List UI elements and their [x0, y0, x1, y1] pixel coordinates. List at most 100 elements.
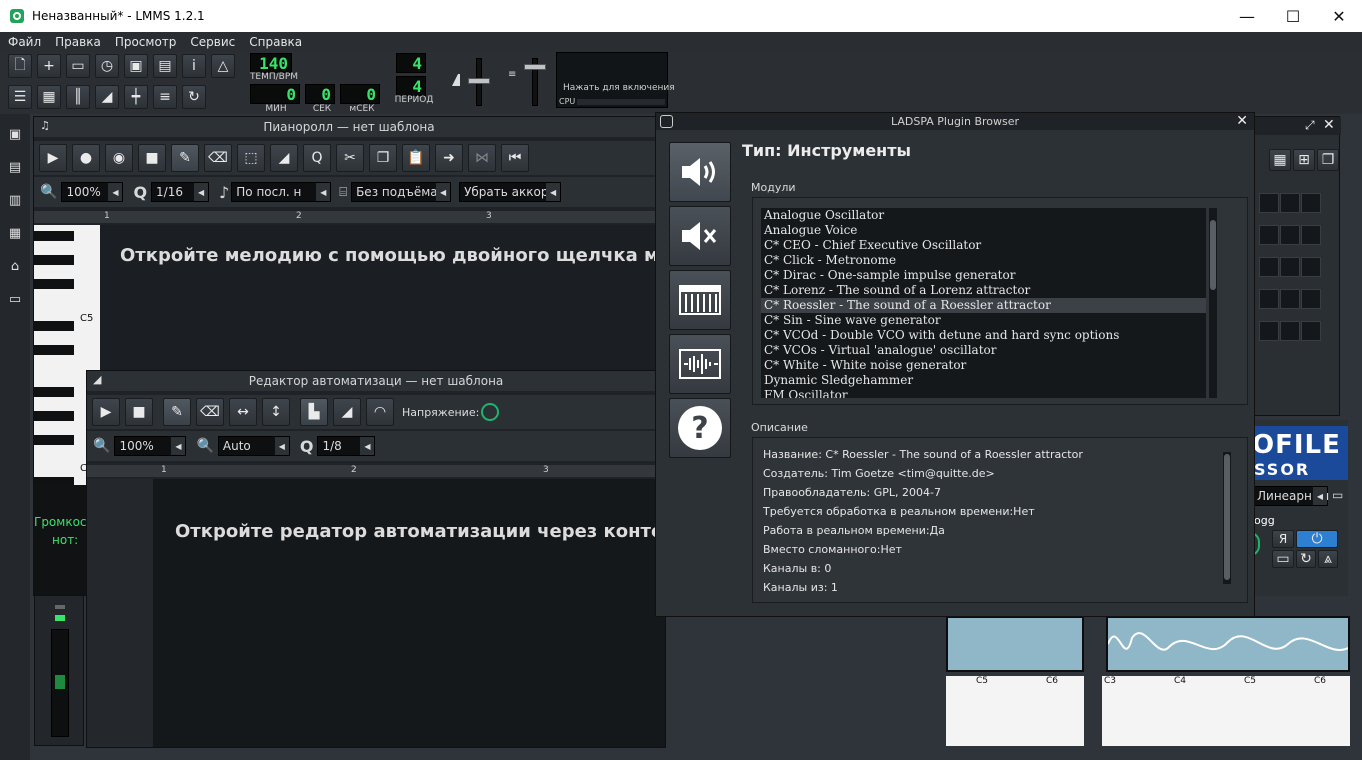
- automation-editor-icon[interactable]: ◢: [95, 85, 119, 109]
- add-sample-track-icon[interactable]: ⊞: [1293, 149, 1315, 171]
- loop-off-button[interactable]: ▭: [1272, 550, 1294, 568]
- automation-timeline[interactable]: 1 2 3: [87, 465, 665, 477]
- mixer-icon[interactable]: ┿: [124, 85, 148, 109]
- module-list-item[interactable]: Analogue Voice: [761, 223, 1206, 238]
- menu-tools[interactable]: Сервис: [190, 35, 235, 49]
- copy-button[interactable]: ❐: [369, 144, 397, 172]
- automation-stop-button[interactable]: ■: [125, 398, 153, 426]
- automation-draw-button[interactable]: ✎: [163, 398, 191, 426]
- open-project-icon[interactable]: ▭: [66, 54, 90, 78]
- beat-editor-close-button[interactable]: ✕: [1323, 117, 1335, 133]
- home-icon[interactable]: ⌂: [7, 258, 23, 274]
- loop-points-button[interactable]: ⋈: [468, 144, 496, 172]
- module-list-item[interactable]: C* CEO - Chief Executive Oscillator: [761, 238, 1206, 253]
- modules-list[interactable]: Analogue Oscillator Analogue Voice C* CEO …: [761, 208, 1206, 398]
- loop-on-button[interactable]: ↻: [1296, 550, 1316, 568]
- module-list-item[interactable]: C* Click - Metronome: [761, 253, 1206, 268]
- zoom-combo[interactable]: 100% ◀: [61, 182, 124, 202]
- clone-pattern-icon[interactable]: ❐: [1317, 149, 1339, 171]
- module-list-item[interactable]: C* Dirac - One-sample impulse generator: [761, 268, 1206, 283]
- module-list-item[interactable]: C* Sin - Sine wave generator: [761, 313, 1206, 328]
- modules-scrollbar[interactable]: [1209, 208, 1217, 398]
- menu-help[interactable]: Справка: [249, 35, 302, 49]
- controller-rack-icon[interactable]: ↻: [182, 85, 206, 109]
- erase-mode-button[interactable]: ⌫: [204, 144, 232, 172]
- close-button[interactable]: ✕: [1316, 0, 1362, 32]
- automation-grid[interactable]: [153, 479, 665, 747]
- ping-pong-button[interactable]: ⩓: [1318, 550, 1338, 568]
- maximize-button[interactable]: ☐: [1270, 0, 1316, 32]
- stop-behaviour-button[interactable]: ⏮: [501, 144, 529, 172]
- my-samples-icon[interactable]: ▥: [7, 192, 23, 208]
- project-notes-icon[interactable]: ≡: [153, 85, 177, 109]
- computer-icon[interactable]: ▭: [7, 291, 23, 307]
- record-while-playing-button[interactable]: ◉: [105, 144, 133, 172]
- linear-progression-button[interactable]: ◢: [333, 398, 361, 426]
- menu-view[interactable]: Просмотр: [115, 35, 177, 49]
- automation-flip-x-button[interactable]: ↔: [229, 398, 257, 426]
- auto-scroll-button[interactable]: ➜: [435, 144, 463, 172]
- quantize-combo[interactable]: 1/16 ◀: [151, 182, 210, 202]
- module-list-item[interactable]: C* Lorenz - The sound of a Lorenz attrac…: [761, 283, 1206, 298]
- zoom-y-combo[interactable]: Auto ◀: [217, 436, 290, 456]
- beat-editor-maximize-icon[interactable]: ⤢: [1305, 118, 1315, 133]
- module-list-item[interactable]: FM Oscillator: [761, 388, 1206, 398]
- module-list-item[interactable]: Dynamic Sledgehammer: [761, 373, 1206, 388]
- draw-mode-button[interactable]: ✎: [171, 144, 199, 172]
- stop-button[interactable]: ■: [138, 144, 166, 172]
- open-sample-icon[interactable]: ▭: [1332, 488, 1343, 502]
- module-list-item[interactable]: C* Roessler - The sound of a Roessler at…: [761, 298, 1206, 313]
- zoom-x-combo[interactable]: 100% ◀: [114, 436, 187, 456]
- instrument-keyboard-left[interactable]: C5 C6: [946, 676, 1084, 746]
- tension-knob[interactable]: [481, 403, 500, 421]
- cpu-load-widget[interactable]: Нажать для включения CPU: [556, 52, 675, 108]
- my-projects-icon[interactable]: ▤: [7, 159, 23, 175]
- info-icon[interactable]: i: [182, 54, 206, 78]
- master-pitch-knob[interactable]: [524, 64, 546, 70]
- new-project-icon[interactable]: 🗋: [8, 54, 32, 78]
- minimize-button[interactable]: —: [1224, 0, 1270, 32]
- master-volume-knob[interactable]: [468, 78, 490, 84]
- module-list-item[interactable]: C* VCOs - Virtual 'analogue' oscillator: [761, 343, 1206, 358]
- menu-file[interactable]: Файл: [8, 35, 41, 49]
- play-button[interactable]: ▶: [39, 144, 67, 172]
- time-sig-denominator[interactable]: 4: [396, 76, 426, 96]
- chord-combo[interactable]: Убрать аккор ◀: [459, 182, 562, 202]
- instrument-plugins-icon[interactable]: ▣: [7, 126, 23, 142]
- ladspa-close-button[interactable]: ✕: [1236, 113, 1248, 130]
- active-led[interactable]: [55, 615, 65, 621]
- interpolation-combo[interactable]: Линеарный ◀: [1252, 486, 1329, 506]
- select-mode-button[interactable]: ⬚: [237, 144, 265, 172]
- discrete-progression-button[interactable]: ▙: [300, 398, 328, 426]
- new-from-template-icon[interactable]: +: [37, 54, 61, 78]
- metronome-icon[interactable]: △: [211, 54, 235, 78]
- cut-button[interactable]: ✂: [336, 144, 364, 172]
- mute-led[interactable]: [55, 605, 65, 609]
- time-sig-numerator[interactable]: 4: [396, 53, 426, 73]
- add-beat-icon[interactable]: ▦: [1269, 149, 1291, 171]
- module-list-item[interactable]: Analogue Oscillator: [761, 208, 1206, 223]
- sample-power-button[interactable]: ⏻: [1296, 530, 1338, 548]
- category-instruments-button[interactable]: [669, 142, 731, 202]
- instrument-keyboard-right[interactable]: C3 C4 C5 C6: [1102, 676, 1350, 746]
- automation-flip-y-button[interactable]: ↕: [262, 398, 290, 426]
- tempo-lcd[interactable]: 140: [250, 53, 292, 73]
- category-effects-button[interactable]: [669, 270, 731, 330]
- record-button[interactable]: ●: [72, 144, 100, 172]
- piano-roll-icon[interactable]: ║: [66, 85, 90, 109]
- automation-play-button[interactable]: ▶: [92, 398, 120, 426]
- save-project-icon[interactable]: ▣: [124, 54, 148, 78]
- module-list-item[interactable]: C* VCOd - Double VCO with detune and har…: [761, 328, 1206, 343]
- scale-combo[interactable]: Без подъёма ◀: [351, 182, 452, 202]
- category-analysis-button[interactable]: [669, 206, 731, 266]
- pitch-bend-button[interactable]: ◢: [270, 144, 298, 172]
- song-editor-icon[interactable]: ☰: [8, 85, 32, 109]
- automation-quantize-combo[interactable]: 1/8 ◀: [317, 436, 376, 456]
- beat-editor-icon[interactable]: ▦: [37, 85, 61, 109]
- automation-erase-button[interactable]: ⌫: [196, 398, 224, 426]
- export-project-icon[interactable]: ▤: [153, 54, 177, 78]
- description-scrollbar[interactable]: [1223, 452, 1231, 584]
- reverse-sample-button[interactable]: Я: [1272, 530, 1294, 548]
- module-list-item[interactable]: C* White - White noise generator: [761, 358, 1206, 373]
- fader-knob[interactable]: [55, 675, 65, 689]
